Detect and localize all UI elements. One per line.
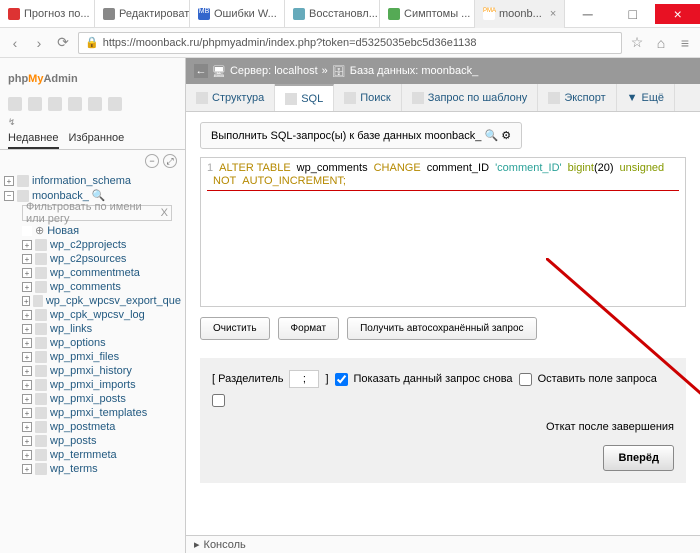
tab-query[interactable]: Запрос по шаблону (402, 84, 539, 111)
table-node[interactable]: +wp_commentmeta (4, 266, 181, 280)
browser-tab[interactable]: MBОшибки W... (190, 0, 285, 28)
browser-tab[interactable]: Симптомы ... (380, 0, 475, 28)
nav-left-icon[interactable]: ← (194, 64, 208, 78)
sql-header: Выполнить SQL-запрос(ы) к базе данных mo… (200, 122, 522, 149)
show-again-label: Показать данный запрос снова (354, 373, 513, 385)
filter-input[interactable]: Фильтровать по имени или регуX (22, 205, 172, 221)
maximize-button[interactable]: □ (610, 4, 655, 24)
db-tree: +information_schema −moonback_🔍 Фильтров… (0, 172, 185, 478)
forward-icon[interactable]: › (30, 34, 48, 52)
back-icon[interactable]: ‹ (6, 34, 24, 52)
close-button[interactable]: × (655, 4, 700, 24)
address-bar[interactable]: 🔒 https://moonback.ru/phpmyadmin/index.p… (78, 32, 622, 54)
table-node[interactable]: +wp_postmeta (4, 420, 181, 434)
table-node[interactable]: +wp_pmxi_history (4, 364, 181, 378)
logout-icon[interactable] (28, 97, 42, 111)
table-node[interactable]: +wp_pmxi_templates (4, 406, 181, 420)
tab-search[interactable]: Поиск (334, 84, 401, 111)
table-node[interactable]: +wp_cpk_wpcsv_log (4, 308, 181, 322)
sql-editor[interactable]: 1ALTER TABLE wp_comments CHANGE comment_… (200, 157, 686, 307)
console-bar[interactable]: ▸Консоль (186, 535, 700, 553)
tab-recent[interactable]: Недавнее (8, 132, 59, 149)
db-node[interactable]: +information_schema (4, 174, 181, 188)
sql-icon[interactable] (48, 97, 62, 111)
tab-sql[interactable]: SQL (275, 84, 334, 111)
table-node[interactable]: +wp_posts (4, 434, 181, 448)
browser-tab[interactable]: Прогноз по... (0, 0, 95, 28)
table-node[interactable]: +wp_pmxi_imports (4, 378, 181, 392)
table-node[interactable]: +wp_c2pprojects (4, 238, 181, 252)
browser-tab[interactable]: Восстановл... (285, 0, 380, 28)
tab-structure[interactable]: Структура (186, 84, 275, 111)
keep-field-label: Оставить поле запроса (538, 373, 657, 385)
collapse-all-icon[interactable]: − (145, 154, 159, 168)
settings-icon[interactable] (88, 97, 102, 111)
reload-icon[interactable]: ⟳ (54, 34, 72, 52)
show-again-checkbox[interactable] (335, 373, 348, 386)
bookmark-icon[interactable]: ☆ (628, 34, 646, 52)
reload-icon[interactable] (108, 97, 122, 111)
browser-tab-active[interactable]: PMAmoonb...× (475, 0, 565, 28)
table-node[interactable]: +wp_comments (4, 280, 181, 294)
table-node[interactable]: +wp_termmeta (4, 448, 181, 462)
keep-field-checkbox[interactable] (519, 373, 532, 386)
clear-button[interactable]: Очистить (200, 317, 270, 340)
rollback-label: Откат после завершения (546, 421, 674, 433)
sidebar-toolbar (0, 95, 185, 117)
minimize-button[interactable]: ─ (565, 4, 610, 24)
go-button[interactable]: Вперёд (603, 445, 674, 471)
table-node[interactable]: +wp_options (4, 336, 181, 350)
delimiter-label: [ Разделитель (212, 373, 283, 385)
new-table[interactable]: ⊕Новая (4, 223, 181, 238)
table-node[interactable]: +wp_c2psources (4, 252, 181, 266)
breadcrumb: ← 🖥Сервер: localhost» 🗄База данных: moon… (186, 58, 700, 84)
docs-icon[interactable] (68, 97, 82, 111)
content-tabs: Структура SQL Поиск Запрос по шаблону Эк… (186, 84, 700, 112)
tab-export[interactable]: Экспорт (538, 84, 616, 111)
tab-more[interactable]: ▼Ещё (617, 84, 675, 111)
home-icon[interactable] (8, 97, 22, 111)
table-node[interactable]: +wp_cpk_wpcsv_export_que (4, 294, 181, 308)
rollback-checkbox[interactable] (212, 394, 225, 407)
home-icon[interactable]: ⌂ (652, 34, 670, 52)
tab-favorites[interactable]: Избранное (69, 132, 125, 149)
autosave-button[interactable]: Получить автосохранённый запрос (347, 317, 536, 340)
expand-icon[interactable]: ⤢ (163, 154, 177, 168)
delimiter-input[interactable] (289, 370, 319, 388)
table-node[interactable]: +wp_pmxi_files (4, 350, 181, 364)
table-node[interactable]: +wp_links (4, 322, 181, 336)
table-node[interactable]: +wp_terms (4, 462, 181, 476)
browser-tabs: Прогноз по... Редактировать ... MBОшибки… (0, 0, 565, 28)
browser-tab[interactable]: Редактировать ... (95, 0, 190, 28)
lock-icon: 🔒 (85, 36, 99, 49)
phpmyadmin-logo: phpMyAdmin (0, 58, 185, 95)
table-node[interactable]: +wp_pmxi_posts (4, 392, 181, 406)
menu-icon[interactable]: ≡ (676, 34, 694, 52)
format-button[interactable]: Формат (278, 317, 340, 340)
